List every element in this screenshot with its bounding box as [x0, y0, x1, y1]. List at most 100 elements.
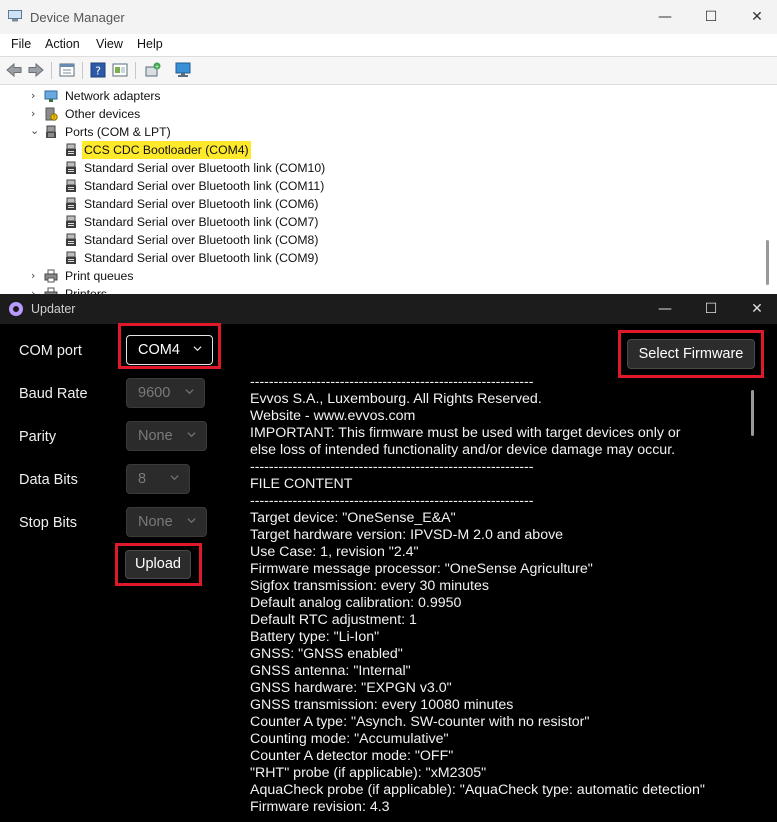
info-line: else loss of intended functionality and/… — [250, 442, 676, 458]
printer-icon — [44, 269, 58, 283]
device-manager-titlebar: Device Manager — ☐ ✕ — [0, 0, 777, 34]
updater-close-button[interactable]: ✕ — [734, 294, 777, 324]
info-line: Counter A detector mode: "OFF" — [250, 748, 454, 764]
port-device-icon — [66, 179, 76, 192]
toolbar-separator — [135, 62, 136, 79]
toolbar-separator — [82, 62, 83, 79]
data-bits-label: Data Bits — [19, 472, 78, 488]
info-line: Website - www.evvos.com — [250, 408, 416, 424]
info-line: ----------------------------------------… — [250, 459, 534, 475]
stop-bits-select[interactable]: None — [126, 507, 207, 537]
minimize-button[interactable]: — — [642, 0, 688, 34]
chevron-down-icon — [193, 346, 202, 352]
menu-file[interactable]: File — [11, 37, 31, 51]
com-port-select[interactable]: COM4 — [126, 335, 213, 365]
info-line: GNSS: "GNSS enabled" — [250, 646, 403, 662]
chevron-right-icon[interactable]: › — [31, 105, 35, 123]
info-line: GNSS transmission: every 10080 minutes — [250, 697, 514, 713]
menu-view[interactable]: View — [96, 37, 123, 51]
info-line: Battery type: "Li-Ion" — [250, 629, 380, 645]
tree-item-label: Standard Serial over Bluetooth link (COM… — [84, 233, 319, 247]
tree-item-serial-com8[interactable]: Standard Serial over Bluetooth link (COM… — [0, 231, 760, 249]
close-button[interactable]: ✕ — [734, 0, 777, 34]
firmware-info-scrollbar[interactable] — [751, 390, 754, 436]
chevron-down-icon — [185, 389, 194, 395]
port-device-icon — [66, 197, 76, 210]
info-line: ----------------------------------------… — [250, 374, 534, 390]
tree-item-other-devices[interactable]: › ! Other devices — [0, 105, 760, 123]
back-arrow-icon[interactable] — [5, 61, 23, 79]
info-line: Target hardware version: IPVSD-M 2.0 and… — [250, 527, 564, 543]
toolbar: ? + — [0, 56, 777, 85]
menu-help[interactable]: Help — [137, 37, 163, 51]
tree-item-serial-com11[interactable]: Standard Serial over Bluetooth link (COM… — [0, 177, 760, 195]
svg-text:+: + — [154, 63, 159, 70]
info-line: Target device: "OneSense_E&A" — [250, 510, 456, 526]
maximize-button[interactable]: ☐ — [688, 0, 734, 34]
select-firmware-button[interactable]: Select Firmware — [627, 339, 755, 369]
tree-item-serial-com7[interactable]: Standard Serial over Bluetooth link (COM… — [0, 213, 760, 231]
upload-button[interactable]: Upload — [125, 550, 191, 579]
svg-text:!: ! — [53, 115, 55, 121]
menu-action[interactable]: Action — [45, 37, 80, 51]
unknown-device-icon: ! — [45, 107, 58, 121]
tree-item-print-queues[interactable]: › Print queues — [0, 267, 760, 285]
info-line: Use Case: 1, revision "2.4" — [250, 544, 419, 560]
tree-item-label: Standard Serial over Bluetooth link (COM… — [84, 197, 319, 211]
tree-item-label: Print queues — [65, 269, 134, 283]
updater-titlebar: Updater — ☐ ✕ — [0, 294, 777, 324]
baud-rate-select[interactable]: 9600 — [126, 378, 205, 408]
updater-maximize-button[interactable]: ☐ — [688, 294, 734, 324]
stop-bits-value: None — [138, 514, 173, 530]
info-line: Firmware message processor: "OneSense Ag… — [250, 561, 593, 577]
device-tree-scrollbar[interactable] — [766, 240, 769, 285]
properties-icon[interactable] — [58, 61, 76, 79]
tree-item-serial-com9[interactable]: Standard Serial over Bluetooth link (COM… — [0, 249, 760, 267]
tree-item-label: CCS CDC Bootloader (COM4) — [82, 141, 251, 159]
chevron-down-icon[interactable]: ⌄ — [30, 122, 39, 140]
parity-label: Parity — [19, 429, 57, 445]
tree-item-serial-com10[interactable]: Standard Serial over Bluetooth link (COM… — [0, 159, 760, 177]
firmware-info-text: ----------------------------------------… — [250, 374, 750, 816]
svg-text:?: ? — [95, 65, 101, 78]
com-port-label: COM port — [19, 343, 82, 359]
chevron-down-icon — [187, 432, 196, 438]
stop-bits-label: Stop Bits — [19, 515, 78, 531]
port-device-icon — [66, 143, 76, 156]
monitor-icon[interactable] — [174, 61, 192, 79]
toolbar-separator — [51, 62, 52, 79]
tree-item-label: Other devices — [65, 107, 141, 121]
parity-select[interactable]: None — [126, 421, 207, 451]
tree-item-network-adapters[interactable]: › Network adapters — [0, 87, 760, 105]
baud-rate-label: Baud Rate — [19, 386, 88, 402]
chevron-right-icon[interactable]: › — [31, 87, 35, 105]
tree-item-serial-com6[interactable]: Standard Serial over Bluetooth link (COM… — [0, 195, 760, 213]
baud-rate-value: 9600 — [138, 385, 171, 401]
data-bits-value: 8 — [138, 471, 147, 487]
tree-item-label: Standard Serial over Bluetooth link (COM… — [84, 215, 319, 229]
info-line: Counter A type: "Asynch. SW-counter with… — [250, 714, 590, 730]
tree-item-label: Standard Serial over Bluetooth link (COM… — [84, 251, 319, 265]
device-manager-window: Device Manager — ☐ ✕ File Action View He… — [0, 0, 777, 301]
menu-bar: File Action View Help — [0, 34, 777, 54]
tree-item-ccs-cdc-bootloader[interactable]: CCS CDC Bootloader (COM4) — [0, 141, 760, 159]
tree-item-ports[interactable]: ⌄ Ports (COM & LPT) — [0, 123, 760, 141]
updater-window: Updater — ☐ ✕ COM port COM4 Baud Rate 96… — [0, 294, 777, 822]
window-title: Device Manager — [30, 10, 125, 25]
forward-arrow-icon[interactable] — [27, 61, 45, 79]
updater-logo-icon — [9, 302, 23, 316]
device-manager-icon — [8, 10, 22, 22]
chevron-right-icon[interactable]: › — [31, 267, 35, 285]
data-bits-select[interactable]: 8 — [126, 464, 190, 494]
port-device-icon — [66, 251, 76, 264]
info-line: GNSS antenna: "Internal" — [250, 663, 411, 679]
info-line: Counting mode: "Accumulative" — [250, 731, 449, 747]
network-adapter-icon — [44, 90, 58, 102]
show-hidden-icon[interactable] — [111, 61, 129, 79]
tree-item-label: Network adapters — [65, 89, 161, 103]
updater-minimize-button[interactable]: — — [642, 294, 688, 324]
help-icon[interactable]: ? — [89, 61, 107, 79]
info-line: Firmware revision: 4.3 — [250, 799, 390, 815]
scan-hardware-icon[interactable]: + — [144, 61, 162, 79]
info-line: GNSS hardware: "EXPGN v3.0" — [250, 680, 452, 696]
